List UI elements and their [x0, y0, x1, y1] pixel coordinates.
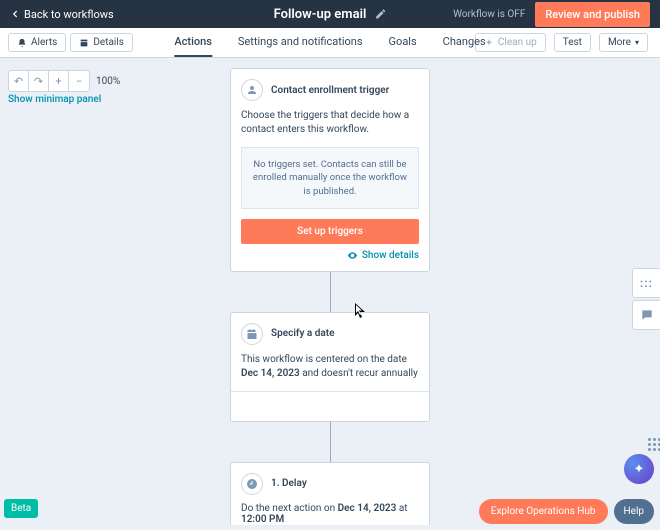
info-icon [79, 38, 89, 48]
card-header: Specify a date [241, 323, 419, 345]
workflow-canvas[interactable]: ↶ ↷ + − 100% Show minimap panel Contact … [0, 58, 660, 530]
calendar-icon [241, 323, 263, 345]
zoom-in-button[interactable]: + [49, 71, 69, 91]
tab-settings[interactable]: Settings and notifications [238, 28, 363, 57]
title-wrap: Follow-up email [274, 7, 387, 22]
date-desc: This workflow is centered on the date De… [241, 353, 419, 381]
sparkle-icon: ✦ [634, 462, 645, 477]
side-tab-comments[interactable] [632, 300, 660, 330]
enrollment-desc: Choose the triggers that decide how a co… [241, 109, 419, 137]
top-bar: Back to workflows Follow-up email Workfl… [0, 0, 660, 28]
cleanup-label: Clean up [498, 37, 537, 48]
test-button[interactable]: Test [554, 33, 591, 52]
review-publish-button[interactable]: Review and publish [535, 2, 650, 27]
zoom-group: ↶ ↷ + − [8, 70, 90, 92]
back-label: Back to workflows [24, 8, 114, 21]
comment-icon [640, 308, 654, 322]
tool-bar: Alerts Details Actions Settings and noti… [0, 28, 660, 58]
redo-button[interactable]: ↷ [29, 71, 49, 91]
beta-badge[interactable]: Beta [4, 499, 38, 518]
explore-ops-hub-button[interactable]: Explore Operations Hub [479, 499, 608, 524]
more-button[interactable]: More ▾ [599, 33, 648, 52]
setup-triggers-button[interactable]: Set up triggers [241, 219, 419, 244]
chevron-left-icon [10, 9, 20, 19]
edit-title-icon[interactable] [374, 8, 386, 20]
contact-icon [241, 79, 263, 101]
caret-down-icon: ▾ [635, 38, 639, 47]
tab-goals[interactable]: Goals [389, 28, 417, 57]
help-button[interactable]: Help [614, 499, 654, 524]
more-label: More [608, 37, 631, 48]
side-panel-tabs: ::: [632, 268, 660, 330]
clock-icon [241, 473, 263, 495]
drag-handle[interactable] [645, 435, 660, 454]
workflow-flow: Contact enrollment trigger Choose the tr… [230, 68, 430, 525]
show-details-label: Show details [362, 250, 419, 261]
zoom-out-button[interactable]: − [69, 71, 89, 91]
details-label: Details [93, 37, 124, 48]
alerts-button[interactable]: Alerts [8, 33, 66, 52]
show-minimap-link[interactable]: Show minimap panel [8, 94, 101, 105]
delay-desc: Do the next action on Dec 14, 2023 at 12… [241, 503, 419, 525]
undo-button[interactable]: ↶ [9, 71, 29, 91]
card-header: Contact enrollment trigger [241, 79, 419, 101]
right-tools: Clean up Test More ▾ [475, 33, 652, 52]
delay-title: 1. Delay [271, 478, 307, 489]
back-to-workflows-link[interactable]: Back to workflows [10, 8, 114, 21]
enrollment-title: Contact enrollment trigger [271, 85, 389, 96]
bottom-right-actions: Explore Operations Hub Help [479, 499, 654, 524]
zoom-controls: ↶ ↷ + − 100% [8, 70, 120, 92]
workflow-title: Follow-up email [274, 7, 367, 22]
details-button[interactable]: Details [70, 33, 133, 52]
side-tab-minimap[interactable]: ::: [632, 268, 660, 298]
tab-changes[interactable]: Changes [443, 28, 486, 57]
connector-line [330, 422, 331, 462]
grid-icon: ::: [640, 277, 653, 289]
alerts-label: Alerts [31, 37, 57, 48]
connector-line [330, 272, 331, 312]
show-details-link[interactable]: Show details [241, 250, 419, 261]
empty-triggers-notice: No triggers set. Contacts can still be e… [241, 147, 419, 209]
eye-icon [347, 250, 358, 261]
delay-card[interactable]: 1. Delay Do the next action on Dec 14, 2… [230, 462, 430, 525]
tab-actions[interactable]: Actions [174, 28, 212, 57]
nav-tabs: Actions Settings and notifications Goals… [174, 28, 485, 57]
workflow-status: Workflow is OFF [453, 9, 525, 20]
zoom-level: 100% [96, 76, 120, 87]
bell-icon [17, 38, 27, 48]
top-right: Workflow is OFF Review and publish [453, 2, 650, 27]
date-title: Specify a date [271, 328, 335, 339]
card-header: 1. Delay [241, 473, 419, 495]
specify-date-card[interactable]: Specify a date This workflow is centered… [230, 312, 430, 422]
enrollment-trigger-card[interactable]: Contact enrollment trigger Choose the tr… [230, 68, 430, 272]
ai-assistant-button[interactable]: ✦ [624, 454, 654, 484]
